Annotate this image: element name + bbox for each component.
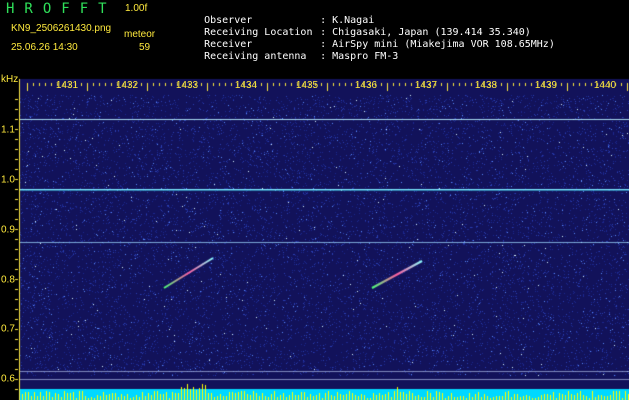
y-tick-label: 0.9 xyxy=(1,224,15,236)
info-label: Receiving antenna xyxy=(204,51,307,62)
freq-tick-label: 1436 xyxy=(354,80,378,91)
freq-tick-label: 1434 xyxy=(234,80,258,91)
app-title: HROFFT xyxy=(6,1,117,17)
info-row-antenna: Receiving antenna: Maspro FM-3 xyxy=(204,51,399,62)
meteor-count: 59 xyxy=(139,42,151,53)
y-tick-label: 1.1 xyxy=(1,124,15,136)
freq-tick-label: 1431 xyxy=(55,80,79,91)
y-tick-label: 0.8 xyxy=(1,274,15,286)
freq-tick-label: 1440 xyxy=(593,80,617,91)
freq-tick-label: 1439 xyxy=(534,80,558,91)
header-panel: HROFFT 1.00f KN9_2506261430.png 25.06.26… xyxy=(0,0,629,78)
freq-tick-label: 1438 xyxy=(474,80,498,91)
y-tick-label: 0.6 xyxy=(1,373,15,385)
file-name: KN9_2506261430.png xyxy=(11,23,112,34)
unit-label: kHz xyxy=(1,74,19,85)
y-tick-label: 0.7 xyxy=(1,323,15,335)
freq-tick-label: 1432 xyxy=(115,80,139,91)
timestamp: 25.06.26 14:30 xyxy=(11,42,78,53)
info-value: Maspro FM-3 xyxy=(332,51,399,62)
freq-tick-label: 1433 xyxy=(175,80,199,91)
meteor-label: meteor xyxy=(124,29,156,40)
app-version: 1.00f xyxy=(125,3,148,14)
y-tick-label: 1.0 xyxy=(1,174,15,186)
freq-tick-label: 1437 xyxy=(414,80,438,91)
freq-tick-label: 1435 xyxy=(295,80,319,91)
